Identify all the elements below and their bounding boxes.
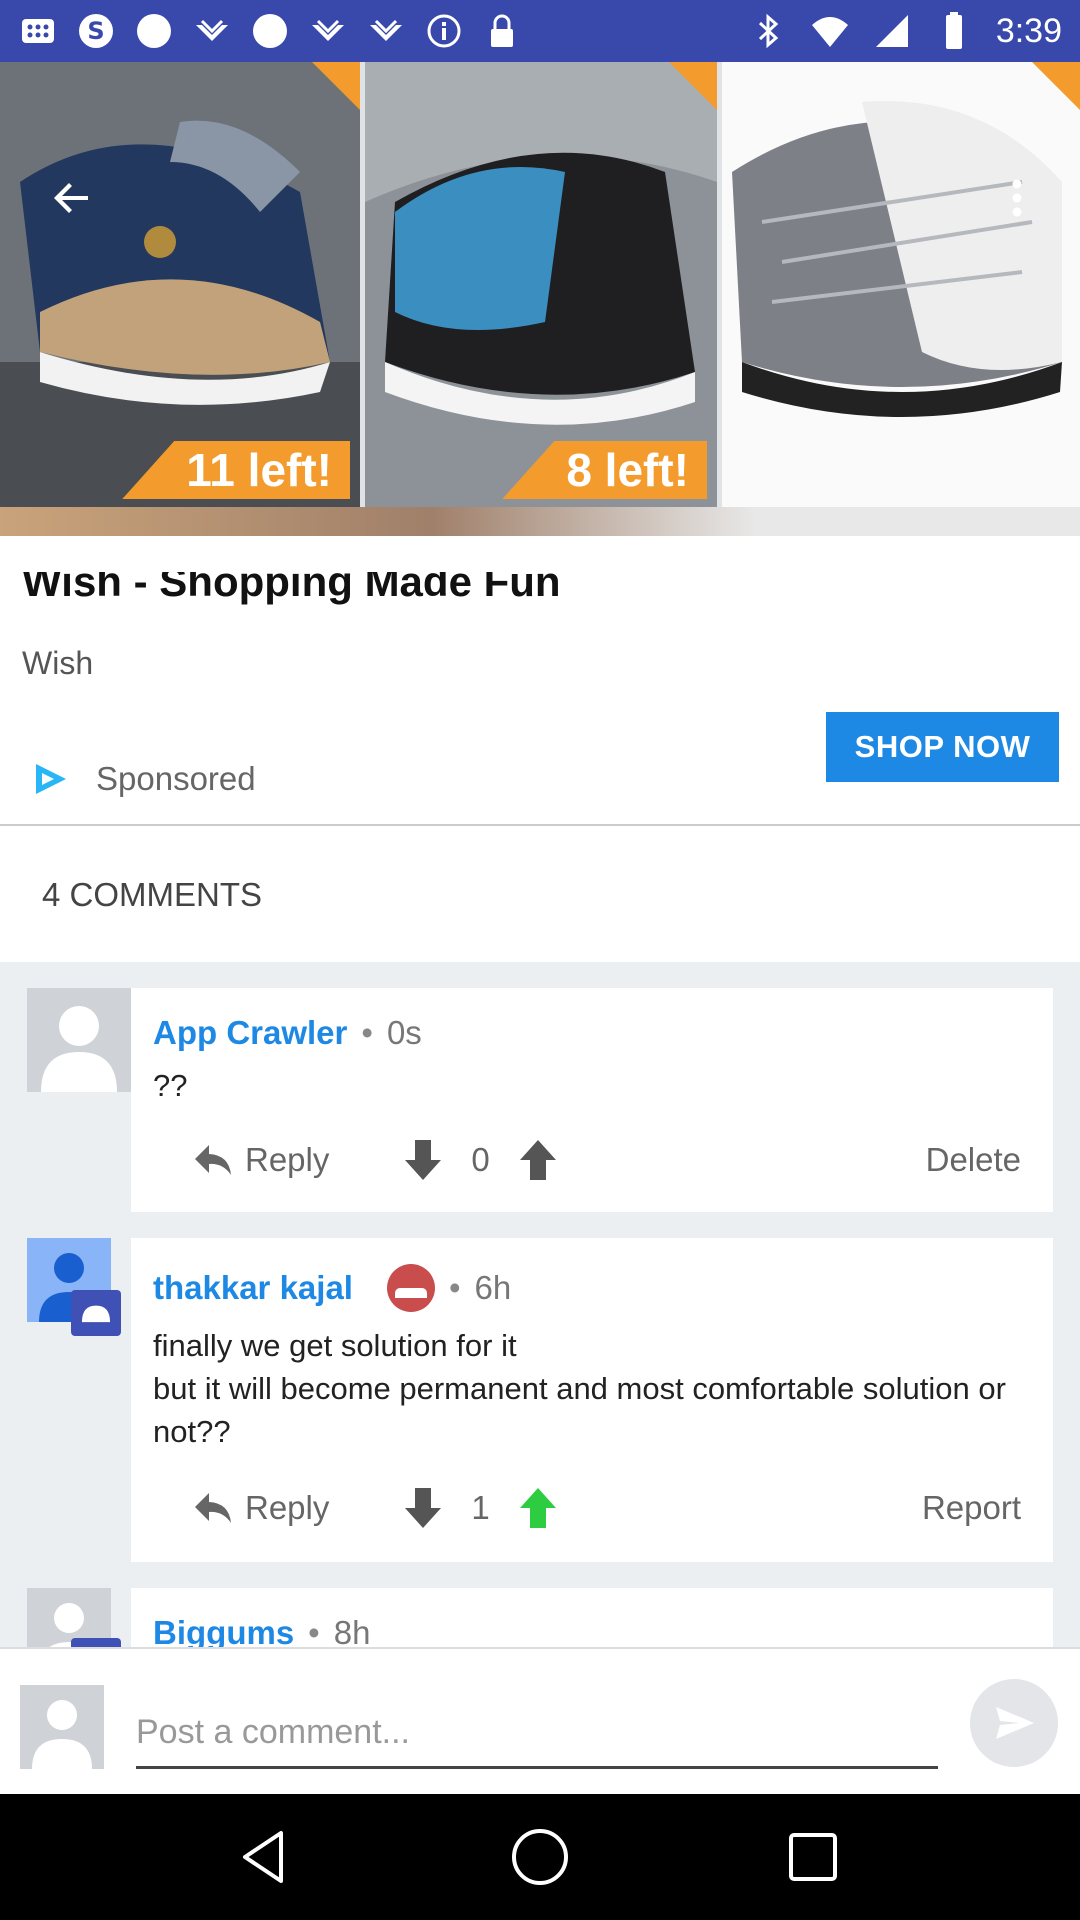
separator-dot: •	[448, 1269, 461, 1306]
comment-card: thakkar kajal • 6h finally we get soluti…	[131, 1238, 1053, 1562]
comment-author[interactable]: thakkar kajal	[153, 1269, 353, 1307]
upvote-icon[interactable]	[518, 1138, 558, 1182]
circle-home-icon	[511, 1829, 568, 1885]
nav-back-button[interactable]	[227, 1817, 307, 1897]
clock: 3:39	[995, 11, 1062, 50]
vote-controls: 1	[403, 1486, 557, 1530]
comment-actions: Reply 1 Report	[193, 1486, 1021, 1530]
bluetooth-icon	[748, 11, 788, 51]
system-icons: 3:39	[748, 11, 1062, 51]
reply-label: Reply	[245, 1489, 330, 1526]
battery-icon	[934, 11, 974, 51]
comment-text: finally we get solution for it but it wi…	[153, 1328, 1006, 1449]
ad-banner-image[interactable]: 11 left! 8 left!	[0, 62, 1080, 536]
product-image-shoe-1: 11 left!	[0, 62, 360, 507]
back-button[interactable]	[40, 166, 104, 230]
info-icon	[424, 11, 464, 51]
avatar-badge	[71, 1638, 121, 1647]
ad-title: Wish - Shopping Made Fun	[22, 572, 561, 605]
report-button[interactable]: Report	[922, 1489, 1021, 1527]
lock-icon	[482, 11, 522, 51]
reply-icon	[195, 1145, 231, 1175]
status-bar: S 3:39	[0, 0, 1080, 62]
shop-now-button[interactable]: SHOP NOW	[826, 712, 1059, 782]
bird-logo-icon	[366, 11, 406, 51]
ad-choices-icon	[36, 764, 66, 794]
bird-logo-icon	[192, 11, 232, 51]
upvote-icon-active[interactable]	[518, 1486, 558, 1530]
badge-corner	[312, 62, 360, 110]
user-placeholder-icon	[20, 1685, 104, 1769]
notification-icons: S	[18, 11, 522, 51]
arrow-left-icon	[54, 183, 88, 213]
my-avatar	[20, 1685, 104, 1769]
comment-time: 0s	[386, 1014, 422, 1051]
avatar[interactable]	[27, 988, 131, 1092]
circle-icon	[134, 11, 174, 51]
wifi-icon	[810, 11, 850, 51]
svg-text:S: S	[87, 17, 104, 45]
separator-dot: •	[361, 1014, 373, 1051]
comment-time: 8h	[333, 1614, 371, 1647]
comment-time: 6h	[474, 1269, 512, 1306]
bird-logo-icon	[308, 11, 348, 51]
reply-icon	[195, 1493, 231, 1523]
comment-text: ??	[153, 1068, 188, 1103]
post-comment-bar	[0, 1647, 1080, 1794]
nav-recents-button[interactable]	[773, 1817, 853, 1897]
comments-count: 4 COMMENTS	[42, 876, 263, 913]
sponsored-text: Sponsored	[96, 760, 256, 797]
delete-button[interactable]: Delete	[926, 1141, 1021, 1179]
badge-corner	[1032, 62, 1080, 110]
comment-author[interactable]: App Crawler	[153, 1014, 347, 1052]
vote-count: 1	[471, 1489, 490, 1526]
sponsored-label: Sponsored	[30, 760, 256, 798]
vote-count: 0	[471, 1141, 490, 1178]
s-app-icon: S	[76, 11, 116, 51]
ad-brand: Wish	[22, 645, 94, 681]
more-options-button[interactable]	[985, 166, 1049, 230]
more-vertical-icon	[1012, 179, 1022, 217]
downvote-icon[interactable]	[403, 1138, 443, 1182]
comment-header: App Crawler • 0s	[153, 1014, 422, 1052]
send-button[interactable]	[970, 1679, 1058, 1767]
vote-controls: 0	[403, 1138, 557, 1182]
send-icon	[996, 1707, 1034, 1739]
comment-card: App Crawler • 0s ?? Reply 0 Delete	[131, 988, 1053, 1212]
product-image-shoe-2: 8 left!	[365, 62, 717, 507]
avatar-badge	[71, 1290, 121, 1336]
comment-actions: Reply 0 Delete	[193, 1138, 1021, 1182]
separator-dot: •	[308, 1614, 320, 1647]
signal-icon	[872, 11, 912, 51]
downvote-icon[interactable]	[403, 1486, 443, 1530]
user-badge-icon	[386, 1264, 435, 1312]
apps-grid-icon	[18, 11, 58, 51]
comment-header: Biggums • 8h	[153, 1614, 370, 1647]
circle-icon	[250, 11, 290, 51]
navigation-bar	[0, 1794, 1080, 1920]
comments-list[interactable]: App Crawler • 0s ?? Reply 0 Delete thakk…	[0, 962, 1080, 1647]
badge-corner	[669, 62, 717, 110]
reply-button[interactable]: Reply	[193, 1141, 329, 1179]
comment-card: Biggums • 8h	[131, 1588, 1053, 1647]
square-recents-icon	[789, 1833, 838, 1881]
divider	[0, 824, 1080, 826]
user-placeholder-icon	[27, 988, 131, 1092]
reply-label: Reply	[245, 1141, 330, 1178]
comment-header: thakkar kajal • 6h	[153, 1264, 511, 1312]
banner-strip	[0, 507, 1080, 536]
chat-icon	[81, 1305, 111, 1323]
comment-author[interactable]: Biggums	[153, 1614, 294, 1647]
product-image-shoe-3	[722, 62, 1080, 507]
triangle-back-icon	[242, 1831, 283, 1883]
reply-button[interactable]: Reply	[193, 1489, 329, 1527]
comment-input[interactable]	[136, 1699, 938, 1769]
nav-home-button[interactable]	[500, 1817, 580, 1897]
